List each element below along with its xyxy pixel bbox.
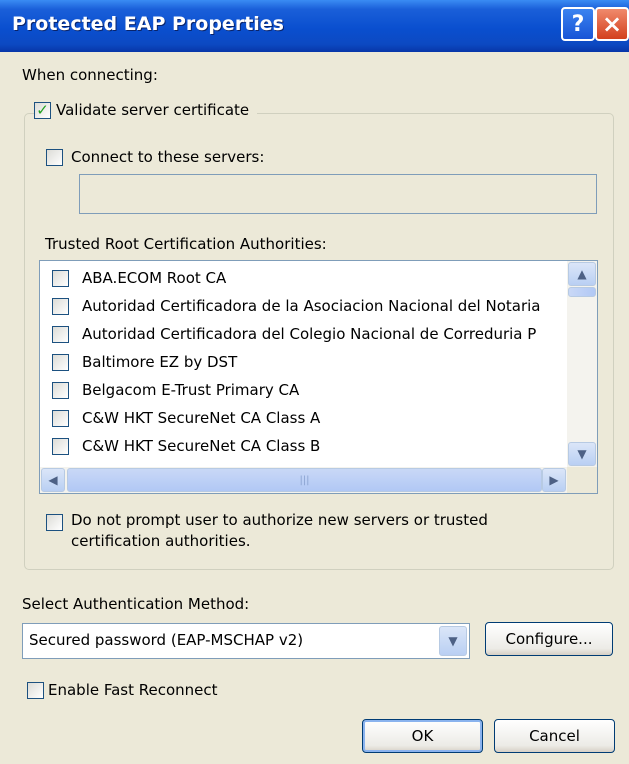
scroll-up-button[interactable]: ▲ [568, 262, 596, 286]
chevron-down-icon: ▼ [577, 447, 587, 461]
cancel-button[interactable]: Cancel [494, 719, 615, 753]
list-item-label: Autoridad Certificadora de la Asociacion… [82, 297, 541, 315]
when-connecting-label: When connecting: [22, 66, 158, 84]
connect-servers-checkbox[interactable] [46, 148, 63, 166]
list-item-label: Belgacom E-Trust Primary CA [82, 381, 300, 399]
fast-reconnect-label: Enable Fast Reconnect [48, 681, 218, 699]
scroll-right-button[interactable]: ▶ [542, 468, 566, 492]
grip-icon: ||| [299, 474, 310, 486]
trusted-roots-list[interactable]: ABA.ECOM Root CA Autoridad Certificadora… [39, 260, 598, 494]
validate-cert-label: Validate server certificate [56, 101, 250, 119]
connect-servers-row[interactable]: Connect to these servers: [46, 148, 264, 166]
trusted-roots-label: Trusted Root Certification Authorities: [45, 235, 327, 253]
configure-button[interactable]: Configure... [485, 622, 613, 656]
list-item-label: C&W HKT SecureNet CA Class A [82, 409, 321, 427]
horizontal-scroll-thumb[interactable]: ||| [67, 468, 542, 492]
list-item[interactable]: C&W HKT SecureNet CA Class B [52, 432, 320, 460]
fast-reconnect-checkbox[interactable] [27, 681, 44, 699]
list-item-label: C&W HKT SecureNet CA Class B [82, 437, 321, 455]
no-prompt-label-line2: certification authorities. [71, 532, 251, 550]
auth-method-label: Select Authentication Method: [22, 595, 250, 613]
chevron-up-icon: ▲ [577, 267, 587, 281]
list-item-checkbox[interactable] [52, 325, 69, 343]
list-item-checkbox[interactable] [52, 409, 69, 427]
validate-cert-checkbox-row[interactable]: ✓ Validate server certificate [34, 100, 258, 119]
horizontal-scrollbar[interactable]: ◀ ||| ▶ [40, 467, 567, 493]
fast-reconnect-row[interactable]: Enable Fast Reconnect [27, 681, 218, 699]
list-item[interactable]: Autoridad Certificadora del Colegio Naci… [52, 320, 536, 348]
vertical-scrollbar[interactable]: ▲ ▼ [567, 261, 597, 467]
auth-method-dropdown[interactable]: Secured password (EAP-MSCHAP v2) ▼ [22, 623, 470, 659]
chevron-down-icon: ▼ [448, 634, 458, 648]
ok-button[interactable]: OK [362, 719, 483, 753]
list-item[interactable]: ABA.ECOM Root CA [52, 264, 226, 292]
chevron-right-icon: ▶ [549, 473, 559, 487]
list-item[interactable]: Baltimore EZ by DST [52, 348, 237, 376]
help-button[interactable]: ? [561, 7, 595, 41]
list-item-checkbox[interactable] [52, 437, 69, 455]
connect-servers-label: Connect to these servers: [71, 148, 265, 166]
list-item-label: Autoridad Certificadora del Colegio Naci… [82, 325, 537, 343]
help-icon: ? [571, 11, 585, 37]
chevron-left-icon: ◀ [48, 473, 58, 487]
close-button[interactable]: × [595, 7, 629, 41]
auth-method-value: Secured password (EAP-MSCHAP v2) [29, 631, 304, 649]
list-item[interactable]: Autoridad Certificadora de la Asociacion… [52, 292, 541, 320]
dropdown-arrow-button[interactable]: ▼ [439, 626, 467, 656]
servers-input[interactable] [79, 174, 597, 214]
scroll-down-button[interactable]: ▼ [568, 442, 596, 466]
list-item[interactable]: Belgacom E-Trust Primary CA [52, 376, 299, 404]
close-icon: × [601, 10, 623, 38]
scrollbar-corner [567, 467, 597, 493]
list-item-checkbox[interactable] [52, 269, 69, 287]
no-prompt-checkbox[interactable] [46, 514, 63, 531]
validate-cert-checkbox[interactable]: ✓ [34, 100, 51, 119]
list-item-label: Baltimore EZ by DST [82, 353, 238, 371]
scroll-left-button[interactable]: ◀ [41, 468, 65, 492]
list-item-checkbox[interactable] [52, 297, 69, 315]
vertical-scroll-thumb[interactable] [568, 287, 596, 297]
window-title: Protected EAP Properties [12, 13, 284, 35]
check-mark-icon: ✓ [36, 100, 49, 119]
list-item-checkbox[interactable] [52, 353, 69, 371]
list-item-label: ABA.ECOM Root CA [82, 269, 227, 287]
no-prompt-label-line1: Do not prompt user to authorize new serv… [71, 511, 488, 529]
no-prompt-checkbox-box[interactable] [46, 514, 63, 531]
list-item[interactable]: C&W HKT SecureNet CA Class A [52, 404, 320, 432]
list-item-checkbox[interactable] [52, 381, 69, 399]
